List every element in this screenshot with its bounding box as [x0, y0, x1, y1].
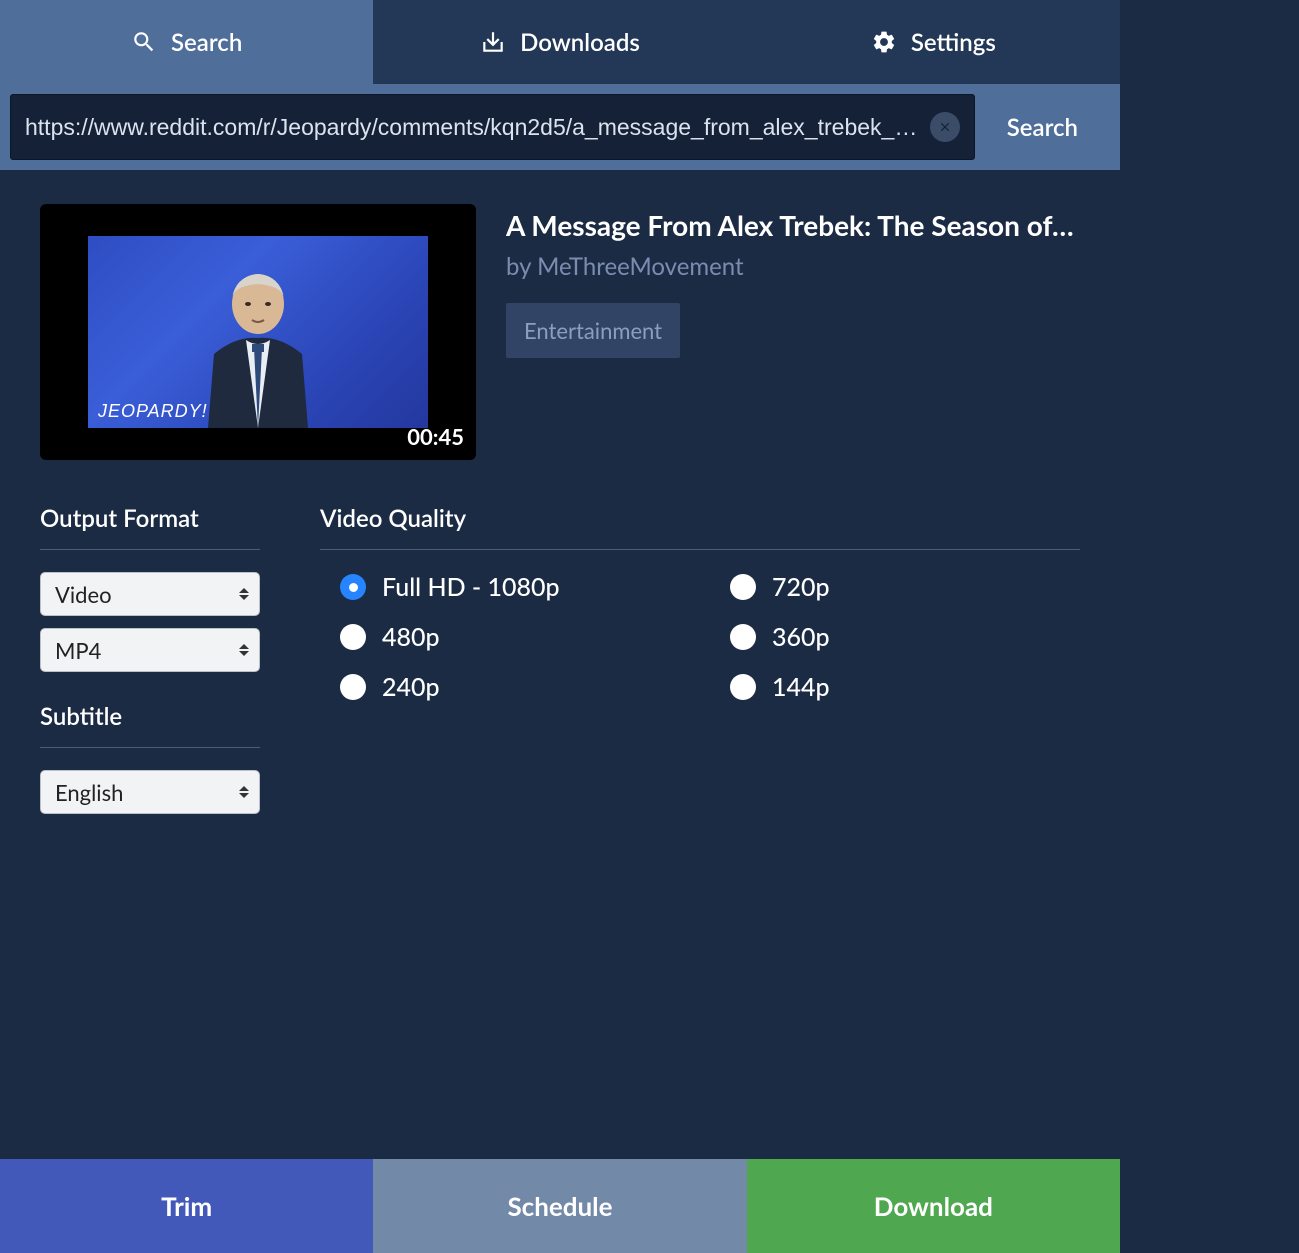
quality-option-360p[interactable]: 360p — [730, 622, 1080, 652]
category-badge[interactable]: Entertainment — [506, 303, 680, 358]
output-format-label: Output Format — [40, 504, 260, 550]
radio-icon — [340, 674, 366, 700]
tab-search-label: Search — [171, 28, 242, 57]
thumb-image: JEOPARDY! — [88, 236, 428, 428]
tab-search[interactable]: Search — [0, 0, 373, 84]
search-icon — [131, 29, 157, 55]
subtitle-select[interactable]: English — [40, 770, 260, 814]
select-arrows-icon — [239, 786, 249, 798]
schedule-button[interactable]: Schedule — [373, 1159, 746, 1253]
select-arrows-icon — [239, 644, 249, 656]
quality-option-240p[interactable]: 240p — [340, 672, 690, 702]
radio-icon — [730, 674, 756, 700]
clear-url-button[interactable] — [930, 112, 960, 142]
bottom-action-bar: Trim Schedule Download — [0, 1159, 1120, 1253]
output-format-column: Output Format Video MP4 Subtitle English — [40, 504, 260, 826]
video-quality-label: Video Quality — [320, 504, 1080, 550]
search-bar: Search — [0, 84, 1120, 170]
video-title: A Message From Alex Trebek: The Season o… — [506, 208, 1080, 242]
top-tabs: Search Downloads Settings — [0, 0, 1120, 84]
video-author: by MeThreeMovement — [506, 252, 1080, 281]
tab-downloads-label: Downloads — [520, 28, 640, 57]
tab-settings[interactable]: Settings — [747, 0, 1120, 84]
radio-icon — [340, 574, 366, 600]
quality-option-1080p[interactable]: Full HD - 1080p — [340, 572, 690, 602]
thumb-logo: JEOPARDY! — [98, 401, 208, 422]
tab-downloads[interactable]: Downloads — [373, 0, 746, 84]
subtitle-section: Subtitle English — [40, 702, 260, 814]
video-thumbnail[interactable]: JEOPARDY! 00:45 — [40, 204, 476, 460]
close-icon — [938, 120, 952, 134]
radio-icon — [340, 624, 366, 650]
quality-option-480p[interactable]: 480p — [340, 622, 690, 652]
quality-option-720p[interactable]: 720p — [730, 572, 1080, 602]
search-button[interactable]: Search — [975, 94, 1110, 160]
video-header: JEOPARDY! 00:45 A Message From Alex Treb… — [40, 204, 1080, 460]
video-meta: A Message From Alex Trebek: The Season o… — [506, 204, 1080, 460]
search-button-label: Search — [1007, 113, 1078, 142]
gear-icon — [871, 29, 897, 55]
content-area: JEOPARDY! 00:45 A Message From Alex Treb… — [0, 170, 1120, 860]
quality-option-144p[interactable]: 144p — [730, 672, 1080, 702]
output-format-select[interactable]: MP4 — [40, 628, 260, 672]
select-arrows-icon — [239, 588, 249, 600]
output-type-select[interactable]: Video — [40, 572, 260, 616]
url-input-wrap — [10, 94, 975, 160]
options-area: Output Format Video MP4 Subtitle English… — [40, 504, 1080, 826]
download-icon — [480, 29, 506, 55]
url-input[interactable] — [25, 114, 920, 141]
subtitle-label: Subtitle — [40, 702, 260, 748]
trim-button[interactable]: Trim — [0, 1159, 373, 1253]
download-button[interactable]: Download — [747, 1159, 1120, 1253]
radio-icon — [730, 624, 756, 650]
quality-grid: Full HD - 1080p 720p 480p 360p 240p — [320, 572, 1080, 702]
tab-settings-label: Settings — [911, 28, 996, 57]
radio-icon — [730, 574, 756, 600]
video-duration: 00:45 — [407, 423, 464, 450]
video-quality-column: Video Quality Full HD - 1080p 720p 480p … — [320, 504, 1080, 826]
